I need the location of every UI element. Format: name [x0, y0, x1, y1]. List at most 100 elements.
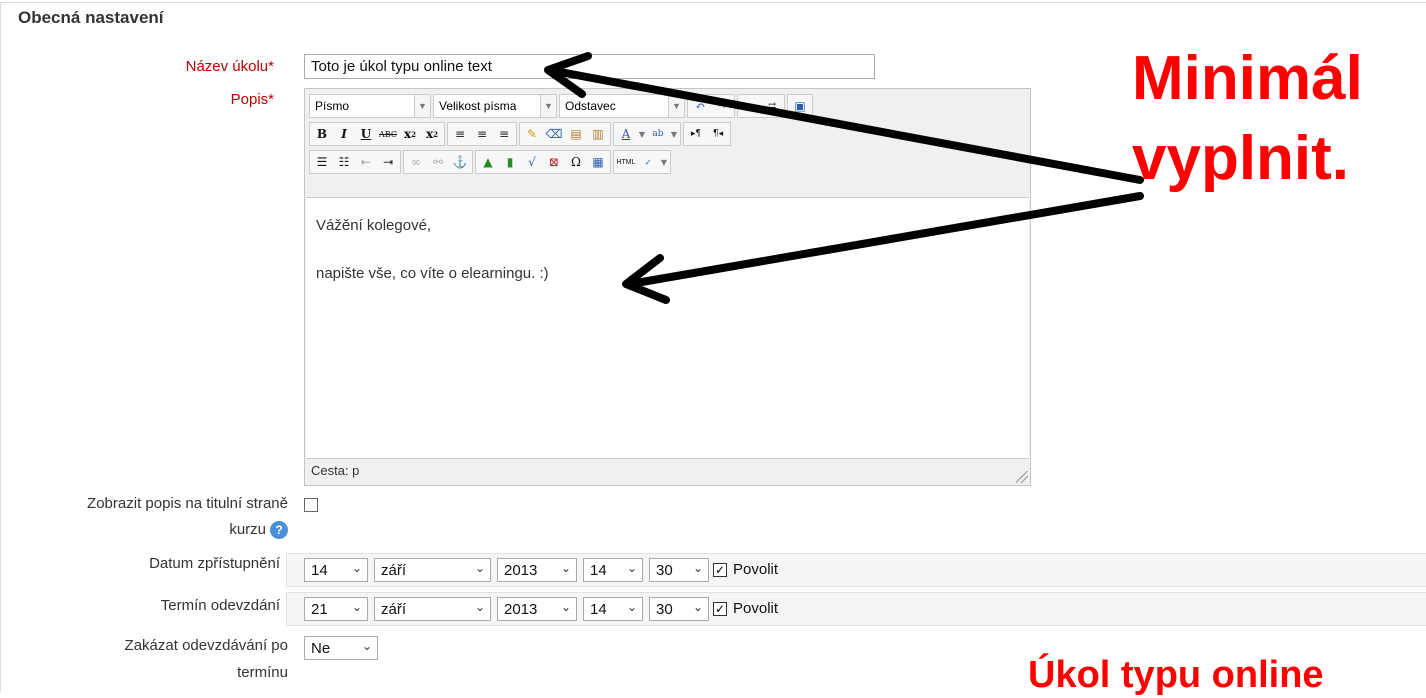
superscript-icon[interactable]: x2 — [421, 123, 443, 145]
ltr-icon[interactable]: ▸¶ — [685, 123, 707, 145]
due-enable-label: Povolit — [733, 600, 779, 617]
link-group: ∞ ⚯ ⚓ — [403, 150, 473, 174]
chevron-down-icon: ⌄ — [474, 600, 485, 614]
chevron-down-icon[interactable]: ▼ — [637, 123, 647, 145]
due-enable-checkbox[interactable]: ✓ — [713, 602, 727, 616]
show-description-checkbox[interactable] — [304, 498, 318, 512]
table-icon[interactable]: ▦ — [587, 151, 609, 173]
align-left-icon[interactable]: ≡ — [449, 123, 471, 145]
subscript-icon[interactable]: x2 — [399, 123, 421, 145]
outdent-icon[interactable]: ⇤ — [355, 151, 377, 173]
anchor-icon[interactable]: ⚓ — [449, 151, 471, 173]
unlink-icon[interactable]: ⚯ — [427, 151, 449, 173]
available-hour-value: 14 — [590, 562, 607, 579]
equation-icon[interactable]: √ — [521, 151, 543, 173]
available-enable-checkbox[interactable]: ✓ — [713, 563, 727, 577]
available-minute-value: 30 — [656, 562, 673, 579]
spellcheck-icon[interactable]: ✓ — [637, 151, 659, 173]
due-year-select[interactable]: 2013 ⌄ — [497, 597, 577, 621]
paragraph-format-select[interactable]: Odstavec ▼ — [559, 94, 685, 118]
resize-handle-icon[interactable] — [1016, 471, 1028, 483]
editor-paragraph: Vážění kolegové, — [316, 217, 432, 234]
html-source-icon[interactable]: HTML — [615, 151, 637, 173]
indent-icon[interactable]: ⇥ — [377, 151, 399, 173]
due-month-select[interactable]: září ⌄ — [374, 597, 491, 621]
due-day-value: 21 — [311, 601, 328, 618]
fieldset-legend: Obecná nastavení — [14, 8, 168, 28]
fullscreen-icon[interactable]: ▣ — [789, 95, 811, 117]
due-day-select[interactable]: 21 ⌄ — [304, 597, 368, 621]
font-size-select-label: Velikost písma — [439, 99, 517, 113]
chevron-down-icon: ⌄ — [626, 561, 637, 575]
nolink-icon[interactable]: ⊠ — [543, 151, 565, 173]
available-year-value: 2013 — [504, 562, 538, 579]
due-minute-value: 30 — [656, 601, 673, 618]
due-hour-select[interactable]: 14 ⌄ — [583, 597, 643, 621]
available-from-label: Datum zpřístupnění — [149, 555, 280, 572]
available-year-select[interactable]: 2013 ⌄ — [497, 558, 577, 582]
help-icon[interactable]: ? — [270, 521, 288, 540]
toolbar-row-1: Písmo ▼ Velikost písma ▼ Odstavec ▼ ↶ ↷ ⌕ ⇄… — [309, 93, 813, 119]
name-label-text: Název úkolu — [185, 58, 269, 75]
paste-word-icon[interactable]: ▥ — [587, 123, 609, 145]
media-icon[interactable]: ▮ — [499, 151, 521, 173]
eraser-icon[interactable]: ⌫ — [543, 123, 565, 145]
chevron-down-icon: ⌄ — [560, 600, 571, 614]
available-minute-select[interactable]: 30 ⌄ — [649, 558, 709, 582]
toolbar-row-3: ☰ ☷ ⇤ ⇥ ∞ ⚯ ⚓ ▲ ▮ √ ⊠ Ω ▦ HTML ✓ ▼ — [309, 149, 671, 175]
rtl-icon[interactable]: ¶◂ — [707, 123, 729, 145]
replace-icon[interactable]: ⇄ — [761, 95, 783, 117]
link-icon[interactable]: ∞ — [405, 151, 427, 173]
chevron-down-icon: ⌄ — [351, 561, 362, 575]
available-month-value: září — [381, 562, 407, 579]
available-from-row: 14 ⌄ září ⌄ 2013 ⌄ 14 ⌄ 30 ⌄ ✓ Povolit — [286, 553, 1426, 587]
prevent-late-select[interactable]: Ne ⌄ — [304, 636, 378, 660]
chevron-down-icon: ⌄ — [474, 561, 485, 575]
special-char-icon[interactable]: Ω — [565, 151, 587, 173]
font-family-select[interactable]: Písmo ▼ — [309, 94, 431, 118]
available-month-select[interactable]: září ⌄ — [374, 558, 491, 582]
align-right-icon[interactable]: ≡ — [493, 123, 515, 145]
overlay-title-line2: vyplnit. — [1132, 124, 1350, 193]
chevron-down-icon: ⌄ — [626, 600, 637, 614]
strikethrough-icon[interactable]: ABC — [377, 123, 399, 145]
align-center-icon[interactable]: ≡ — [471, 123, 493, 145]
italic-icon[interactable]: I — [333, 123, 355, 145]
underline-icon[interactable]: U — [355, 123, 377, 145]
available-day-select[interactable]: 14 ⌄ — [304, 558, 368, 582]
highlight-color-icon[interactable]: ab — [647, 123, 669, 145]
font-family-select-label: Písmo — [315, 99, 350, 113]
text-color-icon[interactable]: A — [615, 123, 637, 145]
chevron-down-icon: ▼ — [414, 95, 430, 117]
due-date-label: Termín odevzdání — [160, 597, 280, 614]
cleanup-icon[interactable]: ✎ — [521, 123, 543, 145]
chevron-down-icon: ⌄ — [692, 561, 703, 575]
bullet-list-icon[interactable]: ☰ — [311, 151, 333, 173]
chevron-down-icon: ⌄ — [351, 600, 362, 614]
required-icon: * — [268, 58, 274, 75]
chevron-down-icon[interactable]: ▼ — [669, 123, 679, 145]
redo-icon[interactable]: ↷ — [711, 95, 733, 117]
image-icon[interactable]: ▲ — [477, 151, 499, 173]
due-minute-select[interactable]: 30 ⌄ — [649, 597, 709, 621]
show-description-label-line2: kurzu — [229, 521, 266, 538]
find-icon[interactable]: ⌕ — [739, 95, 761, 117]
undo-icon[interactable]: ↶ — [689, 95, 711, 117]
clipboard-group: ✎ ⌫ ▤ ▥ — [519, 122, 611, 146]
paste-text-icon[interactable]: ▤ — [565, 123, 587, 145]
name-label: Název úkolu* — [60, 58, 274, 75]
assignment-name-input[interactable] — [304, 54, 875, 79]
insert-group: ▲ ▮ √ ⊠ Ω ▦ — [475, 150, 611, 174]
available-enable-label: Povolit — [733, 561, 779, 578]
due-year-value: 2013 — [504, 601, 538, 618]
chevron-down-icon: ⌄ — [692, 600, 703, 614]
available-hour-select[interactable]: 14 ⌄ — [583, 558, 643, 582]
prevent-late-label-line1: Zakázat odevzdávání po — [124, 637, 288, 654]
bold-icon[interactable]: B — [311, 123, 333, 145]
font-size-select[interactable]: Velikost písma ▼ — [433, 94, 557, 118]
chevron-down-icon[interactable]: ▼ — [659, 151, 669, 173]
prevent-late-value: Ne — [311, 640, 331, 657]
paragraph-format-select-label: Odstavec — [565, 99, 616, 113]
numbered-list-icon[interactable]: ☷ — [333, 151, 355, 173]
editor-content-area[interactable]: Vážění kolegové, napište vše, co víte o … — [306, 197, 1029, 459]
